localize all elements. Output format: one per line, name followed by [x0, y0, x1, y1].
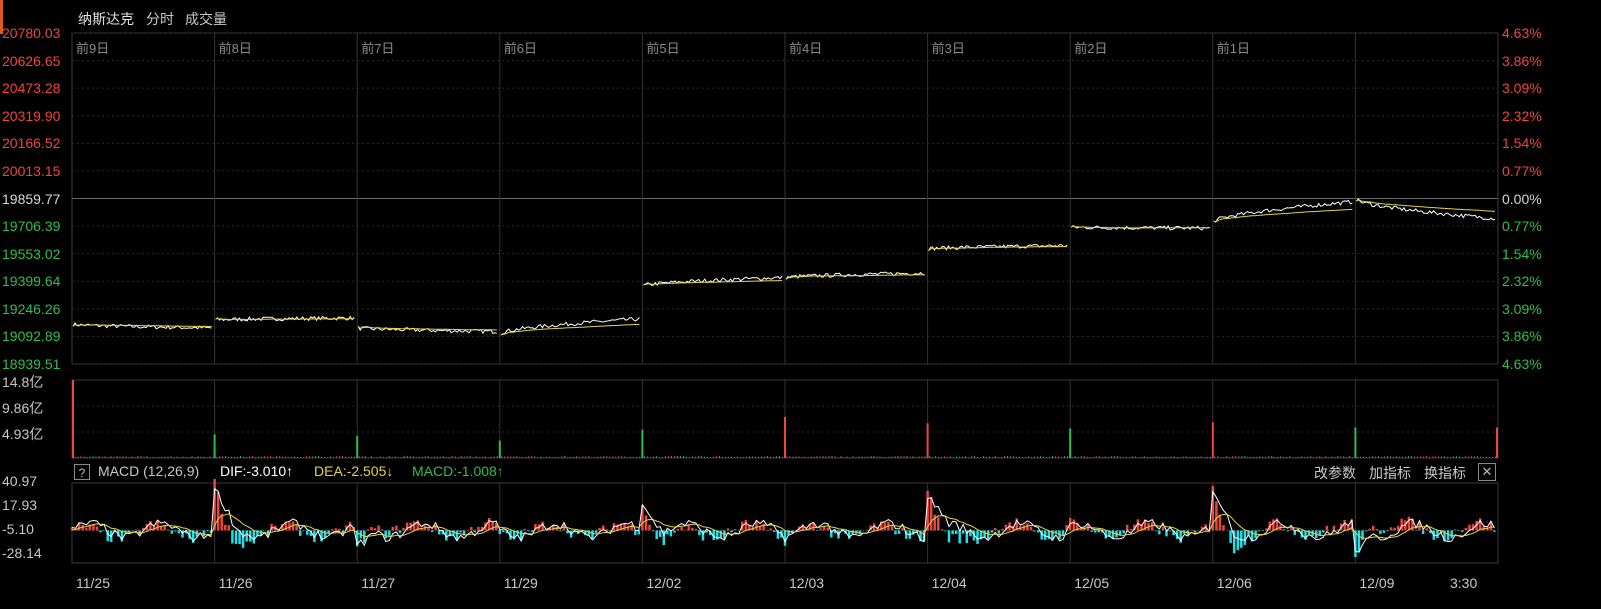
macd-tick-label: 17.93	[2, 497, 38, 513]
percent-tick-label: 0.77%	[1502, 218, 1542, 235]
day-label: 前7日	[361, 41, 395, 56]
edit-params-button[interactable]: 改参数	[1314, 463, 1356, 483]
percent-tick-label: 1.54%	[1502, 245, 1542, 262]
percent-tick-label: 0.77%	[1502, 162, 1542, 179]
price-line	[500, 317, 640, 336]
date-tick-label: 12/06	[1216, 575, 1252, 591]
price-tick-label: 19553.02	[2, 245, 61, 262]
volume-tick-label: 9.86亿	[2, 400, 44, 416]
macd-toolbar: ? MACD (12,26,9) DIF:-3.010↑ DEA:-2.505↓…	[72, 462, 1498, 482]
percent-tick-label: 2.32%	[1502, 273, 1542, 290]
date-tick-label: 12/03	[789, 575, 825, 591]
date-tick-label: 12/05	[1074, 575, 1110, 591]
chart-canvas	[70, 32, 1499, 564]
day-label: 前9日	[76, 41, 110, 56]
dif-value: DIF:-3.010↑	[220, 463, 294, 479]
day-label: 前5日	[646, 41, 680, 56]
macd-name: MACD (12,26,9)	[98, 463, 200, 479]
price-tick-label: 19706.39	[2, 218, 61, 235]
percent-tick-label: 2.32%	[1502, 107, 1542, 124]
day-label: 前2日	[1074, 41, 1108, 56]
volume-tick-label: 14.8亿	[2, 374, 44, 390]
date-tick-label: 12/09	[1359, 575, 1395, 591]
price-line	[1356, 198, 1496, 221]
average-line	[500, 323, 640, 336]
price-tick-label: 19246.26	[2, 300, 61, 317]
close-icon[interactable]: ✕	[1478, 463, 1496, 481]
volume-tick-label: 4.93亿	[2, 426, 44, 442]
average-line	[1213, 208, 1353, 223]
macd-tick-label: -28.14	[2, 545, 42, 561]
date-tick-label: 11/29	[503, 575, 538, 591]
percent-tick-label: 3.86%	[1502, 328, 1542, 345]
day-label: 前8日	[218, 41, 252, 56]
percent-tick-label: 3.86%	[1502, 52, 1542, 69]
percent-tick-label: 1.54%	[1502, 135, 1542, 152]
date-tick-label: 11/26	[218, 575, 253, 591]
price-tick-label: 20780.03	[2, 25, 61, 41]
switch-indicator-button[interactable]: 换指标	[1424, 463, 1466, 483]
average-line	[72, 324, 212, 327]
add-indicator-button[interactable]: 加指标	[1369, 463, 1411, 483]
macd-tick-label: -5.10	[2, 521, 34, 537]
date-tick-label: 12/04	[931, 575, 967, 591]
price-tick-label: 19859.77	[2, 190, 61, 207]
date-tick-label: 3:30	[1450, 575, 1478, 591]
price-tick-label: 20166.52	[2, 135, 61, 152]
percent-tick-label: 4.63%	[1502, 25, 1542, 41]
percent-tick-label: 0.00%	[1502, 190, 1542, 207]
percent-tick-label: 3.09%	[1502, 300, 1542, 317]
day-label: 前6日	[503, 41, 538, 56]
date-tick-label: 12/02	[646, 575, 682, 591]
price-line	[1213, 199, 1353, 223]
price-tick-label: 20319.90	[2, 107, 61, 124]
date-tick-label: 11/25	[76, 575, 110, 591]
day-label: 前1日	[1216, 41, 1251, 56]
price-tick-label: 19399.64	[2, 273, 61, 290]
date-tick-label: 11/27	[361, 575, 396, 591]
day-label: 前3日	[931, 41, 965, 56]
average-line	[1356, 199, 1496, 212]
price-tick-label: 20473.28	[2, 80, 61, 97]
help-icon[interactable]: ?	[74, 464, 90, 480]
percent-tick-label: 4.63%	[1502, 356, 1542, 372]
price-tick-label: 19092.89	[2, 328, 61, 345]
price-tick-label: 18939.51	[2, 356, 61, 372]
dea-value: DEA:-2.505↓	[314, 463, 394, 479]
macd-value: MACD:-1.008↑	[412, 463, 504, 479]
percent-tick-label: 3.09%	[1502, 80, 1542, 97]
dif-line	[71, 487, 1495, 553]
macd-tick-label: 40.97	[2, 473, 38, 489]
price-tick-label: 20626.65	[2, 52, 61, 69]
day-label: 前4日	[789, 41, 823, 56]
price-tick-label: 20013.15	[2, 162, 61, 179]
